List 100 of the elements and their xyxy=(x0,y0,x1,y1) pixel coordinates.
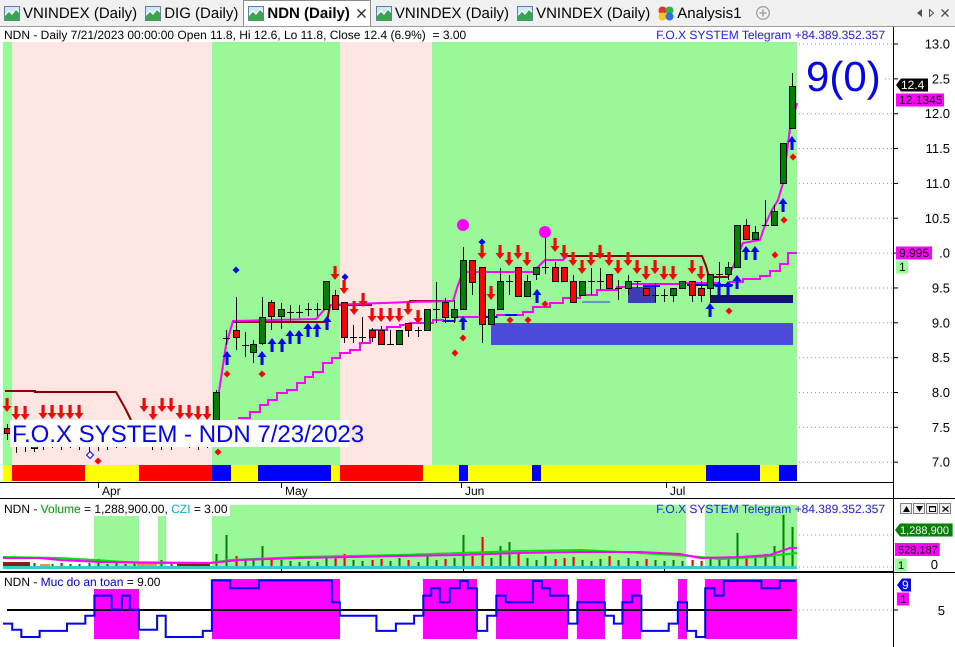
tab[interactable]: VNINDEX (Daily) xyxy=(1,1,140,26)
axis-label: Apr xyxy=(102,484,121,498)
axis-label: 10.5 xyxy=(924,210,950,226)
down-arrow-icon xyxy=(560,245,568,259)
axis-label: 9.5 xyxy=(932,280,950,296)
pane-header: NDN - Muc do an toan = 9.00 xyxy=(4,575,162,589)
axis-label: Jun xyxy=(465,484,484,498)
stop-segment-line xyxy=(485,316,497,318)
down-arrow-icon xyxy=(642,266,650,280)
diamond-icon xyxy=(780,216,788,224)
down-arrow-icon xyxy=(56,405,66,419)
down-arrow-icon xyxy=(586,252,596,266)
down-arrow-icon xyxy=(2,398,12,412)
value-tag: 528,187 xyxy=(895,543,940,556)
down-arrow-icon xyxy=(632,260,642,274)
chart-thumbnail-icon xyxy=(248,6,264,21)
down-arrow-icon xyxy=(696,266,706,280)
tab[interactable]: DIG (Daily) xyxy=(142,1,242,26)
axis-label: 13.0 xyxy=(924,36,950,52)
down-arrow-icon xyxy=(486,286,496,300)
up-triangle-icon xyxy=(902,506,910,512)
diamond-icon xyxy=(232,266,240,274)
up-arrow-icon xyxy=(294,330,304,344)
down-arrow-icon xyxy=(48,405,56,419)
chart-thumbnail-icon xyxy=(4,6,20,21)
stop-segment-line xyxy=(687,284,707,286)
tab[interactable]: VNINDEX (Daily) xyxy=(372,1,512,26)
zone-block xyxy=(496,579,568,639)
down-arrow-icon xyxy=(688,260,696,274)
value-tag: 9.995 xyxy=(896,246,932,260)
up-arrow-icon xyxy=(750,246,760,260)
diamond-icon xyxy=(258,370,266,378)
signal-strip-segment xyxy=(85,465,139,481)
down-arrow-icon xyxy=(376,308,386,322)
close-icon xyxy=(942,506,948,512)
signal-count: 9(0) xyxy=(806,53,881,100)
down-arrow-icon xyxy=(568,252,578,266)
value-tag: 1,288,900 xyxy=(895,524,952,537)
up-arrow-icon xyxy=(778,198,788,212)
down-arrow-icon xyxy=(350,301,358,315)
right-arrow-icon[interactable] xyxy=(929,9,934,17)
down-arrow-icon xyxy=(140,398,148,412)
down-arrow-icon xyxy=(368,308,376,322)
down-arrow-icon xyxy=(660,266,668,280)
axis-label: 7.5 xyxy=(932,420,950,435)
value-tag: 1 xyxy=(896,260,908,274)
down-arrow-icon xyxy=(404,301,412,315)
down-arrow-icon xyxy=(20,406,30,420)
up-arrow-icon xyxy=(742,246,750,260)
down-arrow-icon xyxy=(148,406,158,420)
left-arrow-icon[interactable] xyxy=(917,9,922,17)
axis-label: 11.5 xyxy=(926,141,950,156)
axis-label: Jul xyxy=(670,484,686,498)
up-arrow-icon xyxy=(322,316,332,330)
down-arrow-icon xyxy=(38,405,48,419)
chart-thumbnail-icon xyxy=(376,6,392,21)
axis-label: 9.0 xyxy=(932,315,950,330)
value-tag: 9 xyxy=(897,578,911,592)
axis-label: 12.0 xyxy=(924,106,950,122)
tab[interactable]: Analysis1 xyxy=(655,1,744,26)
tab[interactable]: VNINDEX (Daily) xyxy=(514,1,654,26)
down-arrow-icon xyxy=(194,406,202,420)
maximize-icon xyxy=(928,506,936,512)
axis-label: 0 xyxy=(930,557,938,572)
up-arrow-icon xyxy=(312,323,322,337)
move-up-button[interactable] xyxy=(900,503,912,514)
axis-label: 5 xyxy=(938,603,945,618)
chart-thumbnail-icon xyxy=(145,6,162,21)
down-arrow-icon xyxy=(176,405,184,419)
up-arrow-icon xyxy=(278,338,286,352)
diamond-icon xyxy=(224,370,230,378)
diamond-icon xyxy=(726,308,732,314)
axis-label: May xyxy=(285,484,308,498)
down-arrow-icon xyxy=(166,398,176,412)
circle-icon xyxy=(457,219,469,231)
pane-header: NDN - Volume = 1,288,900.00, CZI = 3.00 xyxy=(4,502,230,516)
maximize-button[interactable] xyxy=(926,503,938,514)
diamond-icon xyxy=(772,252,778,258)
diamond-icon xyxy=(460,334,466,342)
tab[interactable]: NDN (Daily) xyxy=(243,0,371,26)
down-arrow-icon xyxy=(624,252,632,266)
down-arrow-icon xyxy=(12,406,20,420)
value-tag: 12.4 xyxy=(896,78,928,92)
close-icon[interactable] xyxy=(356,9,366,18)
down-arrow-icon xyxy=(478,245,486,259)
stop-segment-line xyxy=(643,285,660,287)
down-arrow-icon xyxy=(158,398,166,412)
down-arrow-icon xyxy=(496,245,504,259)
up-arrow-icon xyxy=(714,281,724,295)
up-arrow-icon xyxy=(788,136,796,150)
down-arrow-icon xyxy=(394,308,404,322)
stop-segment-line xyxy=(505,314,517,316)
close-pane-button[interactable] xyxy=(939,503,951,514)
move-down-button[interactable] xyxy=(913,503,925,514)
close-icon[interactable] xyxy=(941,9,949,17)
up-arrow-icon xyxy=(268,338,276,352)
down-arrow-icon xyxy=(74,405,84,419)
down-triangle-icon xyxy=(916,506,922,512)
down-arrow-icon xyxy=(358,293,368,307)
axis-label: 2.5 xyxy=(932,71,950,86)
